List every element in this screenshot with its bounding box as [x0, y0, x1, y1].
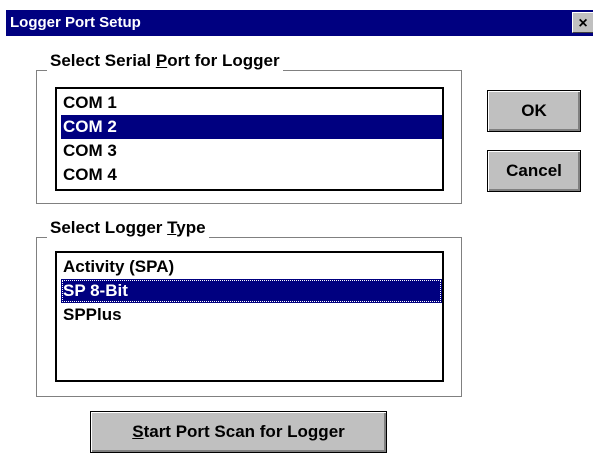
- start-port-scan-button[interactable]: Start Port Scan for Logger: [90, 411, 387, 453]
- ok-button[interactable]: OK: [487, 90, 581, 132]
- cancel-button-label: Cancel: [506, 161, 562, 180]
- list-item-spplus[interactable]: SPPlus: [61, 303, 442, 327]
- logger-type-listbox[interactable]: Activity (SPA) SP 8-Bit SPPlus: [55, 251, 444, 382]
- logger-type-label-text: Select Logger: [50, 218, 168, 237]
- list-item-activity-spa[interactable]: Activity (SPA): [61, 255, 442, 279]
- start-port-scan-label: tart Port Scan for Logger: [143, 422, 345, 441]
- list-item-sp-8-bit[interactable]: SP 8-Bit: [61, 279, 442, 303]
- logger-type-group-label: Select Logger Type: [47, 218, 209, 238]
- close-button[interactable]: ×: [572, 12, 593, 33]
- list-item-com4[interactable]: COM 4: [61, 163, 442, 187]
- serial-port-label-rest: ort for Logger: [167, 51, 280, 70]
- close-icon: ×: [578, 15, 588, 32]
- list-item-com2[interactable]: COM 2: [61, 115, 442, 139]
- list-item-com3[interactable]: COM 3: [61, 139, 442, 163]
- window-title: Logger Port Setup: [10, 14, 141, 31]
- serial-port-label-text: Select Serial: [50, 51, 156, 70]
- serial-port-group-label: Select Serial Port for Logger: [47, 51, 283, 71]
- start-port-scan-mnemonic: S: [132, 422, 144, 441]
- list-item-com1[interactable]: COM 1: [61, 91, 442, 115]
- logger-type-label-rest: ype: [176, 218, 206, 237]
- title-bar[interactable]: Logger Port Setup ×: [6, 10, 593, 36]
- logger-port-setup-dialog: Logger Port Setup × Select Serial Port f…: [0, 0, 593, 462]
- cancel-button[interactable]: Cancel: [487, 150, 581, 192]
- ok-button-label: OK: [521, 101, 547, 120]
- logger-type-label-mnemonic: T: [167, 218, 177, 237]
- serial-port-label-mnemonic: P: [155, 51, 168, 70]
- serial-port-listbox[interactable]: COM 1 COM 2 COM 3 COM 4: [55, 87, 444, 191]
